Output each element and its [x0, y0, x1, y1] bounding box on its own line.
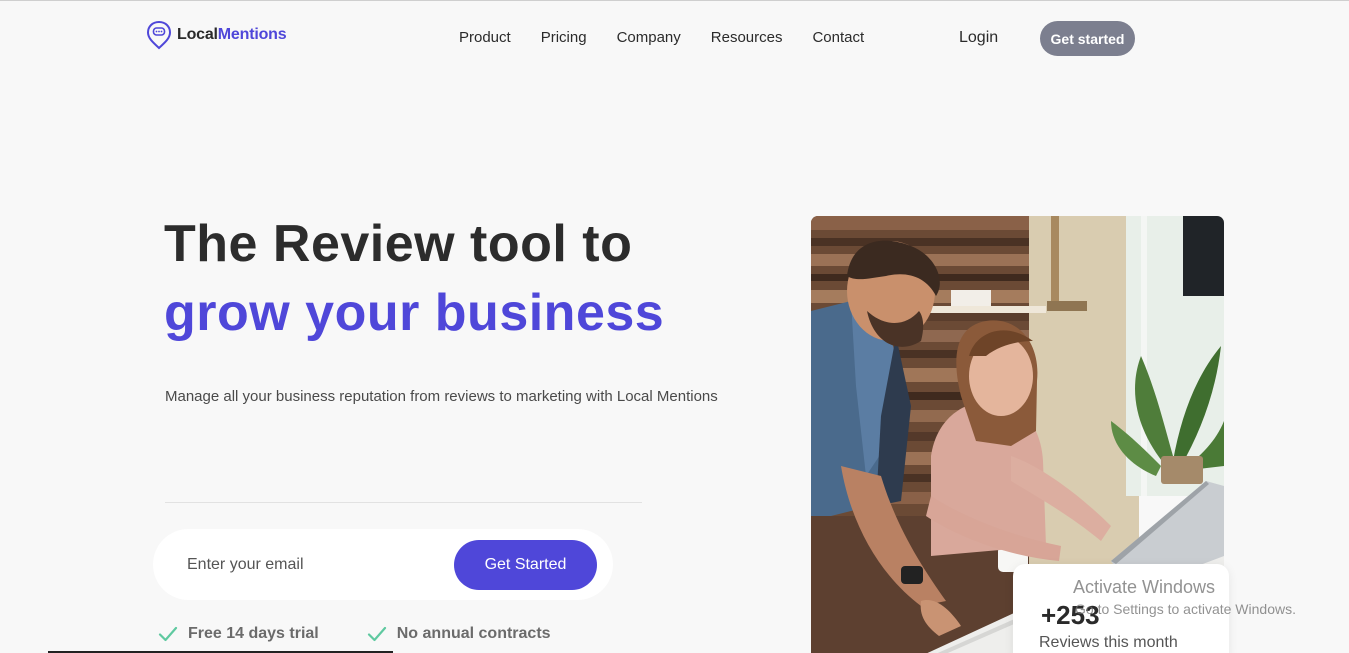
- logo-text: LocalMentions: [177, 26, 287, 44]
- feature-label-contracts: No annual contracts: [396, 625, 551, 642]
- hero-subtext: Manage all your business reputation from…: [165, 388, 718, 405]
- headline-line-1: The Review tool to: [164, 215, 633, 273]
- feature-item: No annual contracts: [367, 625, 551, 643]
- get-started-button[interactable]: Get Started: [454, 540, 597, 590]
- top-border: [0, 0, 1349, 1]
- activate-windows-watermark-subtitle: Go to Settings to activate Windows.: [1075, 601, 1296, 617]
- nav-item-pricing[interactable]: Pricing: [541, 29, 587, 46]
- main-nav: Product Pricing Company Resources Contac…: [459, 29, 894, 46]
- nav-item-resources[interactable]: Resources: [711, 29, 783, 46]
- logo-text-local: Local: [177, 26, 218, 43]
- email-signup-form: Get Started: [153, 529, 613, 600]
- email-input[interactable]: [187, 553, 437, 577]
- feature-item: Free 14 days trial: [158, 625, 319, 643]
- landing-page: LocalMentions Product Pricing Company Re…: [0, 0, 1349, 653]
- logo[interactable]: LocalMentions: [146, 20, 287, 50]
- divider: [165, 502, 642, 503]
- check-icon: [158, 626, 178, 642]
- nav-item-contact[interactable]: Contact: [812, 29, 864, 46]
- nav-item-company[interactable]: Company: [617, 29, 681, 46]
- feature-list: Free 14 days trial No annual contracts: [158, 625, 599, 643]
- get-started-header-button[interactable]: Get started: [1040, 21, 1135, 56]
- login-link[interactable]: Login: [959, 29, 998, 47]
- feature-label-trial: Free 14 days trial: [188, 625, 319, 642]
- check-icon: [367, 626, 386, 642]
- nav-item-product[interactable]: Product: [459, 29, 511, 46]
- logo-text-mentions: Mentions: [217, 26, 287, 43]
- speech-bubble-pin-icon: [146, 20, 172, 50]
- stat-label: Reviews this month: [1039, 634, 1178, 651]
- activate-windows-watermark-title: Activate Windows: [1073, 577, 1216, 597]
- headline-line-2: grow your business: [164, 284, 665, 342]
